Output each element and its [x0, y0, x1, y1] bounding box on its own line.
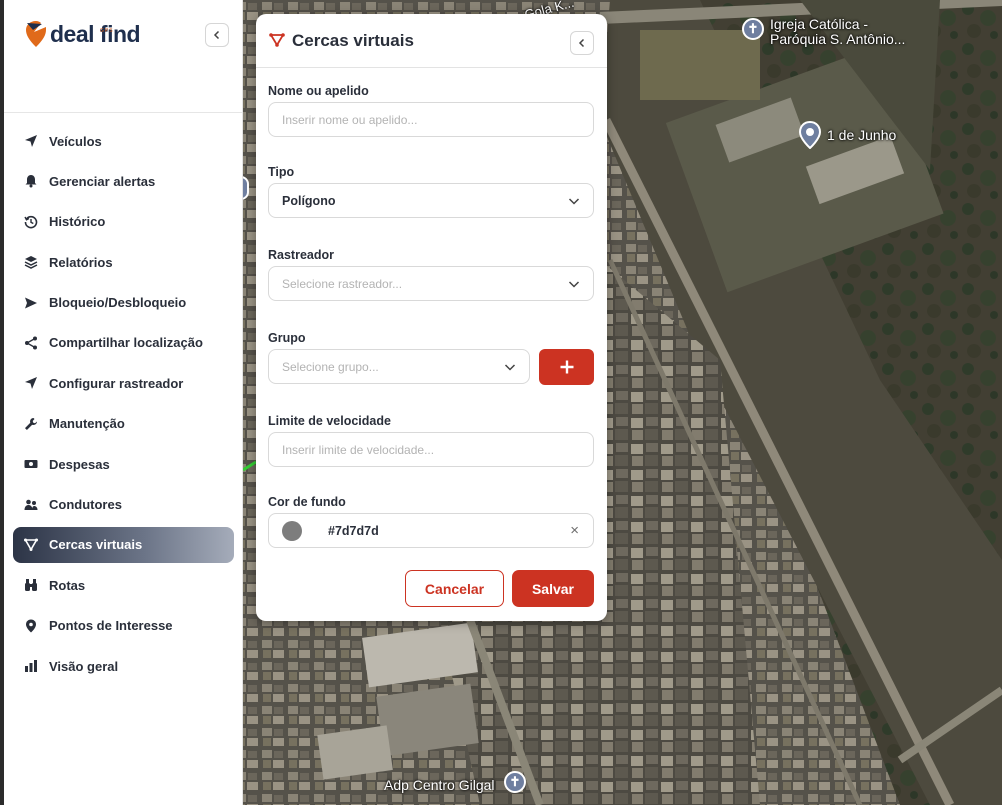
sidebar-item-cercas-virtuais[interactable]: Cercas virtuais [13, 526, 234, 563]
speed-placeholder: Inserir limite de velocidade... [282, 442, 435, 457]
sidebar-item-historico[interactable]: Histórico [13, 204, 234, 240]
tracker-select[interactable]: Selecione rastreador... [268, 266, 594, 301]
bar-chart-icon [23, 658, 39, 674]
history-icon [23, 214, 39, 230]
panel-back-button[interactable] [570, 31, 594, 55]
tracker-placeholder: Selecione rastreador... [282, 276, 403, 291]
sidebar-item-despesas[interactable]: Despesas [13, 446, 234, 482]
chevron-down-icon [568, 198, 580, 205]
geofence-panel: Cercas virtuais Nome ou apelido Inserir … [256, 14, 607, 621]
church-pin-icon[interactable]: ✝ [742, 18, 764, 40]
adp-label: Adp Centro Gilgal [384, 777, 495, 793]
type-label: Tipo [268, 165, 295, 179]
sidebar-item-label: Configurar rastreador [49, 375, 184, 391]
send-icon [23, 295, 39, 311]
logo-text: deal find [50, 21, 141, 47]
type-select[interactable]: Polígono [268, 183, 594, 218]
sidebar-item-label: Cercas virtuais [49, 537, 143, 553]
sidebar-item-condutores[interactable]: Condutores [13, 487, 234, 523]
sidebar-item-compartilhar[interactable]: Compartilhar localização [13, 325, 234, 361]
color-picker[interactable]: #7d7d7d × [268, 513, 594, 548]
sidebar-item-pontos-interesse[interactable]: Pontos de Interesse [13, 608, 234, 644]
panel-header: Cercas virtuais [256, 14, 607, 68]
sidebar-item-label: Gerenciar alertas [49, 173, 156, 189]
speed-label: Limite de velocidade [268, 414, 391, 428]
name-label: Nome ou apelido [268, 84, 369, 98]
sidebar-item-label: Histórico [49, 214, 106, 230]
june-label: 1 de Junho [827, 127, 897, 143]
sidebar-item-bloqueio[interactable]: Bloqueio/Desbloqueio [13, 285, 234, 321]
speed-input[interactable]: Inserir limite de velocidade... [268, 432, 594, 467]
adp-pin-icon[interactable]: ✝ [504, 771, 526, 793]
sidebar-item-rotas[interactable]: Rotas [13, 567, 234, 603]
sidebar-divider [4, 112, 242, 113]
sidebar-item-label: Despesas [49, 456, 110, 472]
clear-color-icon[interactable]: × [570, 522, 579, 539]
add-group-button[interactable] [539, 349, 594, 385]
sidebar-item-label: Visão geral [49, 658, 119, 674]
layers-icon [23, 254, 39, 270]
share-icon [23, 335, 39, 351]
type-value: Polígono [282, 193, 336, 208]
sidebar-item-label: Rotas [49, 577, 86, 593]
navigation-arrow-icon [23, 133, 39, 149]
color-label: Cor de fundo [268, 495, 346, 509]
sidebar-item-manutencao[interactable]: Manutenção [13, 406, 234, 442]
sidebar-item-veiculos[interactable]: Veículos [13, 123, 234, 159]
name-input[interactable]: Inserir nome ou apelido... [268, 102, 594, 137]
group-select[interactable]: Selecione grupo... [268, 349, 530, 384]
color-value: #7d7d7d [328, 523, 379, 538]
sidebar-item-label: Condutores [49, 497, 122, 513]
logo-mark-icon [26, 21, 46, 47]
chevron-down-icon [568, 281, 580, 288]
chevron-down-icon [504, 364, 516, 371]
name-placeholder: Inserir nome ou apelido... [282, 112, 418, 127]
logo-subtext: GPS [100, 28, 114, 34]
bell-icon [23, 173, 39, 189]
money-bill-icon [23, 456, 39, 472]
geofence-icon [23, 537, 39, 553]
color-swatch [282, 520, 302, 541]
sidebar-item-relatorios[interactable]: Relatórios [13, 244, 234, 280]
sidebar-item-label: Relatórios [49, 254, 113, 270]
sidebar-item-label: Veículos [49, 133, 102, 149]
chevron-left-icon [213, 30, 220, 40]
cancel-button[interactable]: Cancelar [405, 570, 504, 607]
save-button[interactable]: Salvar [512, 570, 594, 607]
navigation-arrow-icon [23, 375, 39, 391]
sidebar-item-label: Pontos de Interesse [49, 618, 173, 634]
sidebar-item-label: Manutenção [49, 416, 125, 432]
sidebar-item-alertas[interactable]: Gerenciar alertas [13, 163, 234, 199]
users-icon [23, 497, 39, 513]
sidebar: deal find GPS Veículos Gerenciar alertas… [4, 0, 243, 805]
sidebar-menu: Veículos Gerenciar alertas Histórico Rel… [13, 123, 234, 688]
geofence-icon [269, 33, 285, 47]
church-label: Igreja Católica - Paróquia S. Antônio... [770, 16, 906, 47]
sidebar-collapse-button[interactable] [205, 23, 229, 47]
wrench-icon [23, 416, 39, 432]
sidebar-item-label: Compartilhar localização [49, 335, 203, 351]
location-pin-icon[interactable] [799, 121, 821, 149]
chevron-left-icon [578, 38, 585, 48]
tracker-label: Rastreador [268, 248, 334, 262]
map-pin-icon [23, 618, 39, 634]
group-placeholder: Selecione grupo... [282, 359, 379, 374]
binoculars-icon [23, 577, 39, 593]
group-label: Grupo [268, 331, 306, 345]
sidebar-item-configurar[interactable]: Configurar rastreador [13, 365, 234, 401]
panel-title: Cercas virtuais [292, 31, 414, 50]
plus-icon [560, 360, 573, 374]
sidebar-item-visao-geral[interactable]: Visão geral [13, 648, 234, 684]
logo: deal find [24, 20, 141, 48]
sidebar-item-label: Bloqueio/Desbloqueio [49, 295, 187, 311]
